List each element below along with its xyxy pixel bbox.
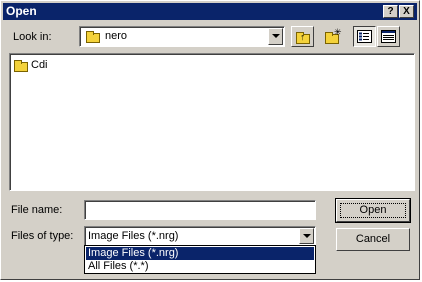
chevron-down-icon[interactable] — [299, 228, 314, 244]
files-of-type-value: Image Files (*.nrg) — [88, 230, 179, 242]
sparkle-icon: ✳ — [334, 27, 342, 37]
up-arrow-icon: ↑ — [300, 32, 305, 42]
file-name-label: File name: — [11, 204, 63, 216]
open-button[interactable]: Open — [335, 198, 411, 223]
option-all-files[interactable]: All Files (*.*) — [86, 260, 314, 273]
file-name-label: Cdi — [31, 59, 48, 71]
details-view-button[interactable] — [377, 26, 400, 47]
file-list[interactable]: Cdi — [9, 53, 415, 191]
option-image-files[interactable]: Image Files (*.nrg) — [86, 247, 314, 260]
help-button[interactable]: ? — [383, 5, 398, 18]
folder-icon — [86, 31, 100, 43]
window-title: Open — [6, 4, 37, 18]
list-view-button[interactable] — [353, 26, 376, 47]
folder-icon — [14, 60, 28, 72]
files-of-type-options: Image Files (*.nrg) All Files (*.*) — [84, 245, 316, 274]
chevron-down-icon[interactable] — [268, 28, 283, 45]
files-of-type-label: Files of type: — [11, 230, 74, 242]
cancel-button[interactable]: Cancel — [336, 228, 410, 251]
look-in-label: Look in: — [13, 31, 52, 43]
open-dialog: Open ? X Look in: nero ↑ ✳ Cdi File name… — [0, 0, 420, 280]
look-in-value: nero — [105, 30, 128, 42]
look-in-dropdown[interactable]: nero — [79, 26, 285, 47]
close-button[interactable]: X — [399, 5, 414, 18]
list-view-icon — [357, 30, 372, 43]
up-one-level-button[interactable]: ↑ — [291, 26, 314, 47]
file-name-field[interactable] — [84, 200, 316, 220]
files-of-type-dropdown[interactable]: Image Files (*.nrg) — [84, 226, 316, 246]
details-view-icon — [381, 30, 396, 43]
create-new-folder-button[interactable]: ✳ — [321, 26, 344, 47]
title-bar[interactable]: Open ? X — [3, 3, 417, 20]
